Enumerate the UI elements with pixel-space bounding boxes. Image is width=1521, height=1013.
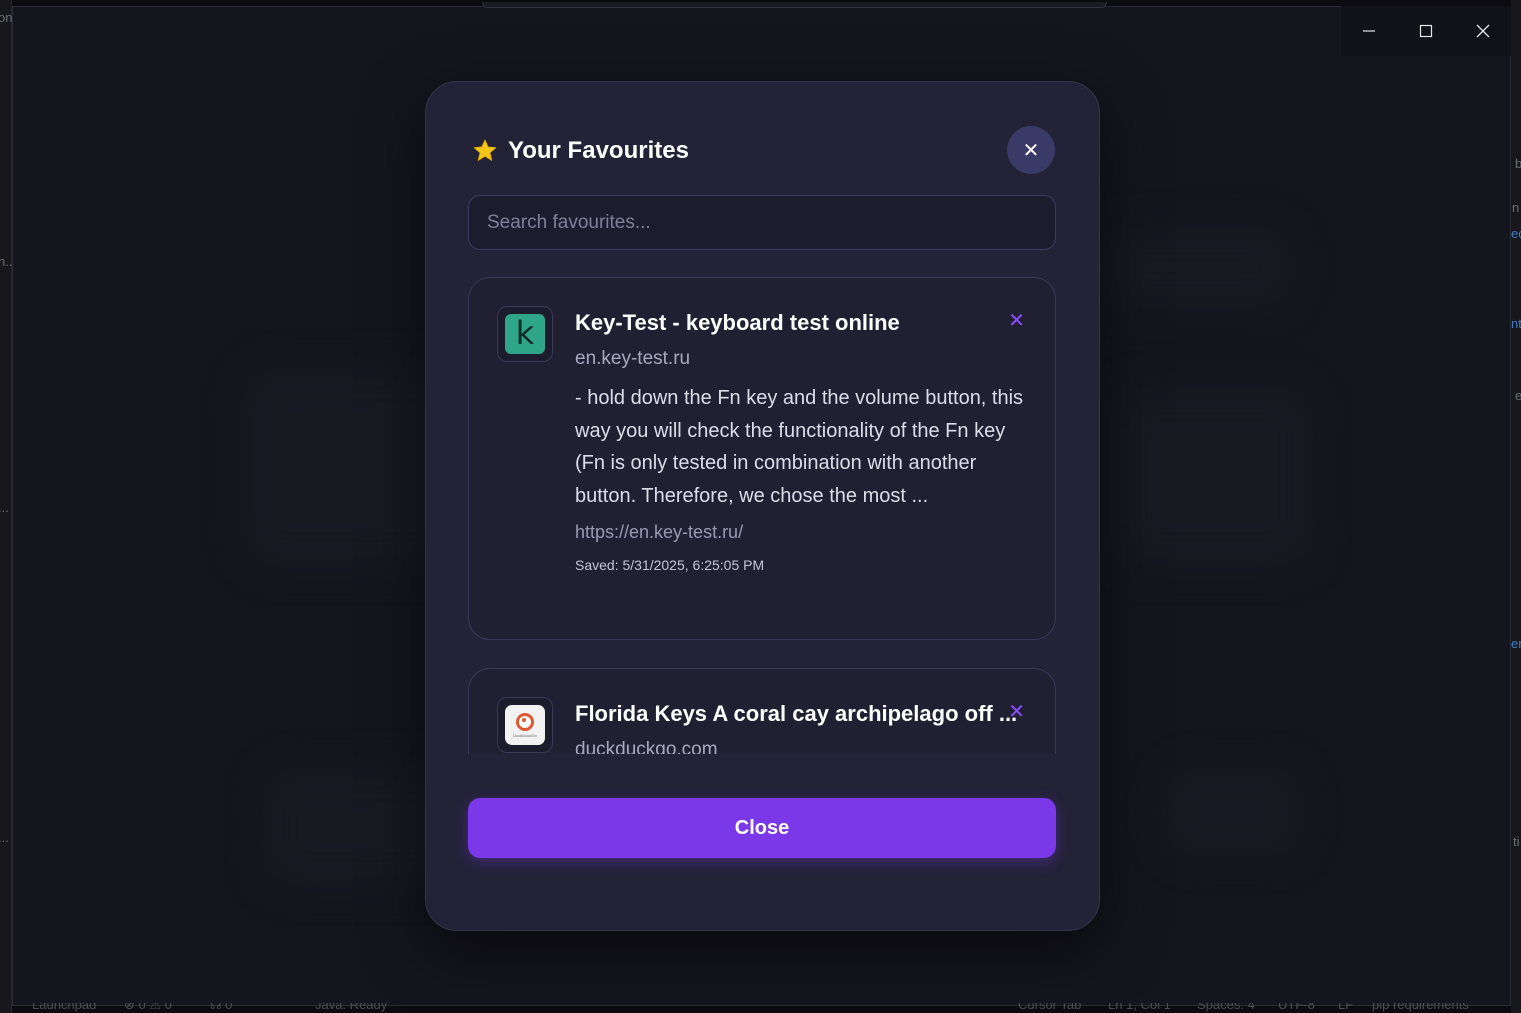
status-item: ⊗ 0 ⚠ 0 — [124, 1003, 172, 1012]
window-controls — [1341, 6, 1511, 56]
modal-header: Your Favourites ✕ — [472, 126, 1055, 176]
favourite-card[interactable]: k ✕ Key-Test - keyboard test online en.k… — [468, 277, 1056, 640]
bg-fragment: b — [1515, 156, 1521, 171]
status-item: pip requirements — [1372, 1003, 1469, 1012]
close-icon — [1476, 24, 1490, 38]
favourite-description: - hold down the Fn key and the volume bu… — [575, 387, 1024, 507]
bg-fragment: on — [0, 10, 13, 25]
duckduckgo-favicon: DuckDuckGo — [497, 697, 553, 753]
bg-fragment: n — [1512, 200, 1520, 215]
key-test-favicon: k — [497, 306, 553, 362]
bg-fragment: eo — [1511, 226, 1521, 241]
background-left-panel: on n... ... ... — [0, 0, 16, 1013]
favourite-domain: en.key-test.ru — [575, 348, 691, 369]
bg-fragment: nt — [1511, 316, 1521, 331]
bg-fragment: ... — [0, 830, 9, 845]
favicon-caption: DuckDuckGo — [513, 733, 537, 738]
remove-favourite-icon[interactable]: ✕ — [1008, 308, 1025, 333]
background-right-panel: b n eo nt e er ti — [1511, 0, 1521, 1013]
modal-close-icon-button[interactable]: ✕ — [1007, 126, 1055, 174]
favourites-list[interactable]: k ✕ Key-Test - keyboard test online en.k… — [468, 277, 1056, 754]
maximize-button[interactable] — [1398, 6, 1454, 56]
status-item: Java: Ready — [315, 1003, 388, 1012]
bg-fragment: er — [1511, 636, 1521, 651]
modal-title: Your Favourites — [508, 137, 689, 164]
close-button[interactable]: Close — [468, 798, 1056, 858]
favourite-saved-time: Saved: 5/31/2025, 6:25:05 PM — [575, 557, 765, 573]
favourite-url[interactable]: https://en.key-test.ru/ — [575, 522, 1027, 543]
background-status-bar: Launchpad ⊗ 0 ⚠ 0 ☊ 0 Java: Ready Cursor… — [0, 1003, 1521, 1013]
favourite-card[interactable]: DuckDuckGo ✕ Florida Keys A coral cay ar… — [468, 668, 1056, 754]
status-item: UTF-8 — [1278, 1003, 1315, 1012]
status-item: LF — [1338, 1003, 1354, 1012]
favourite-domain: duckduckgo.com — [575, 739, 718, 754]
favourite-title[interactable]: Florida Keys A coral cay archipelago off… — [575, 701, 1025, 727]
status-item: Ln 1, Col 1 — [1108, 1003, 1171, 1012]
close-icon: ✕ — [1022, 139, 1040, 162]
status-item: Spaces: 4 — [1197, 1003, 1255, 1012]
search-favourites-input[interactable] — [468, 195, 1056, 250]
star-icon — [473, 139, 497, 161]
bg-fragment: ... — [0, 500, 9, 515]
favicon-letter: k — [515, 314, 535, 352]
bg-fragment: ti — [1513, 834, 1520, 849]
minimize-icon — [1363, 30, 1376, 32]
favourite-title[interactable]: Key-Test - keyboard test online — [575, 310, 1025, 336]
bg-fragment: e — [1515, 388, 1521, 403]
minimize-button[interactable] — [1341, 6, 1397, 56]
window-close-button[interactable] — [1455, 6, 1511, 56]
remove-favourite-icon[interactable]: ✕ — [1008, 699, 1025, 724]
background-tab-strip — [482, 2, 1107, 8]
status-item: Cursor Tab — [1018, 1003, 1082, 1012]
favourites-modal: Your Favourites ✕ k ✕ Key-Test - keyboar… — [425, 81, 1100, 931]
status-item: Launchpad — [32, 1003, 97, 1012]
maximize-icon — [1419, 24, 1433, 38]
duckduckgo-logo-icon — [516, 713, 534, 731]
status-item: ☊ 0 — [210, 1003, 233, 1012]
